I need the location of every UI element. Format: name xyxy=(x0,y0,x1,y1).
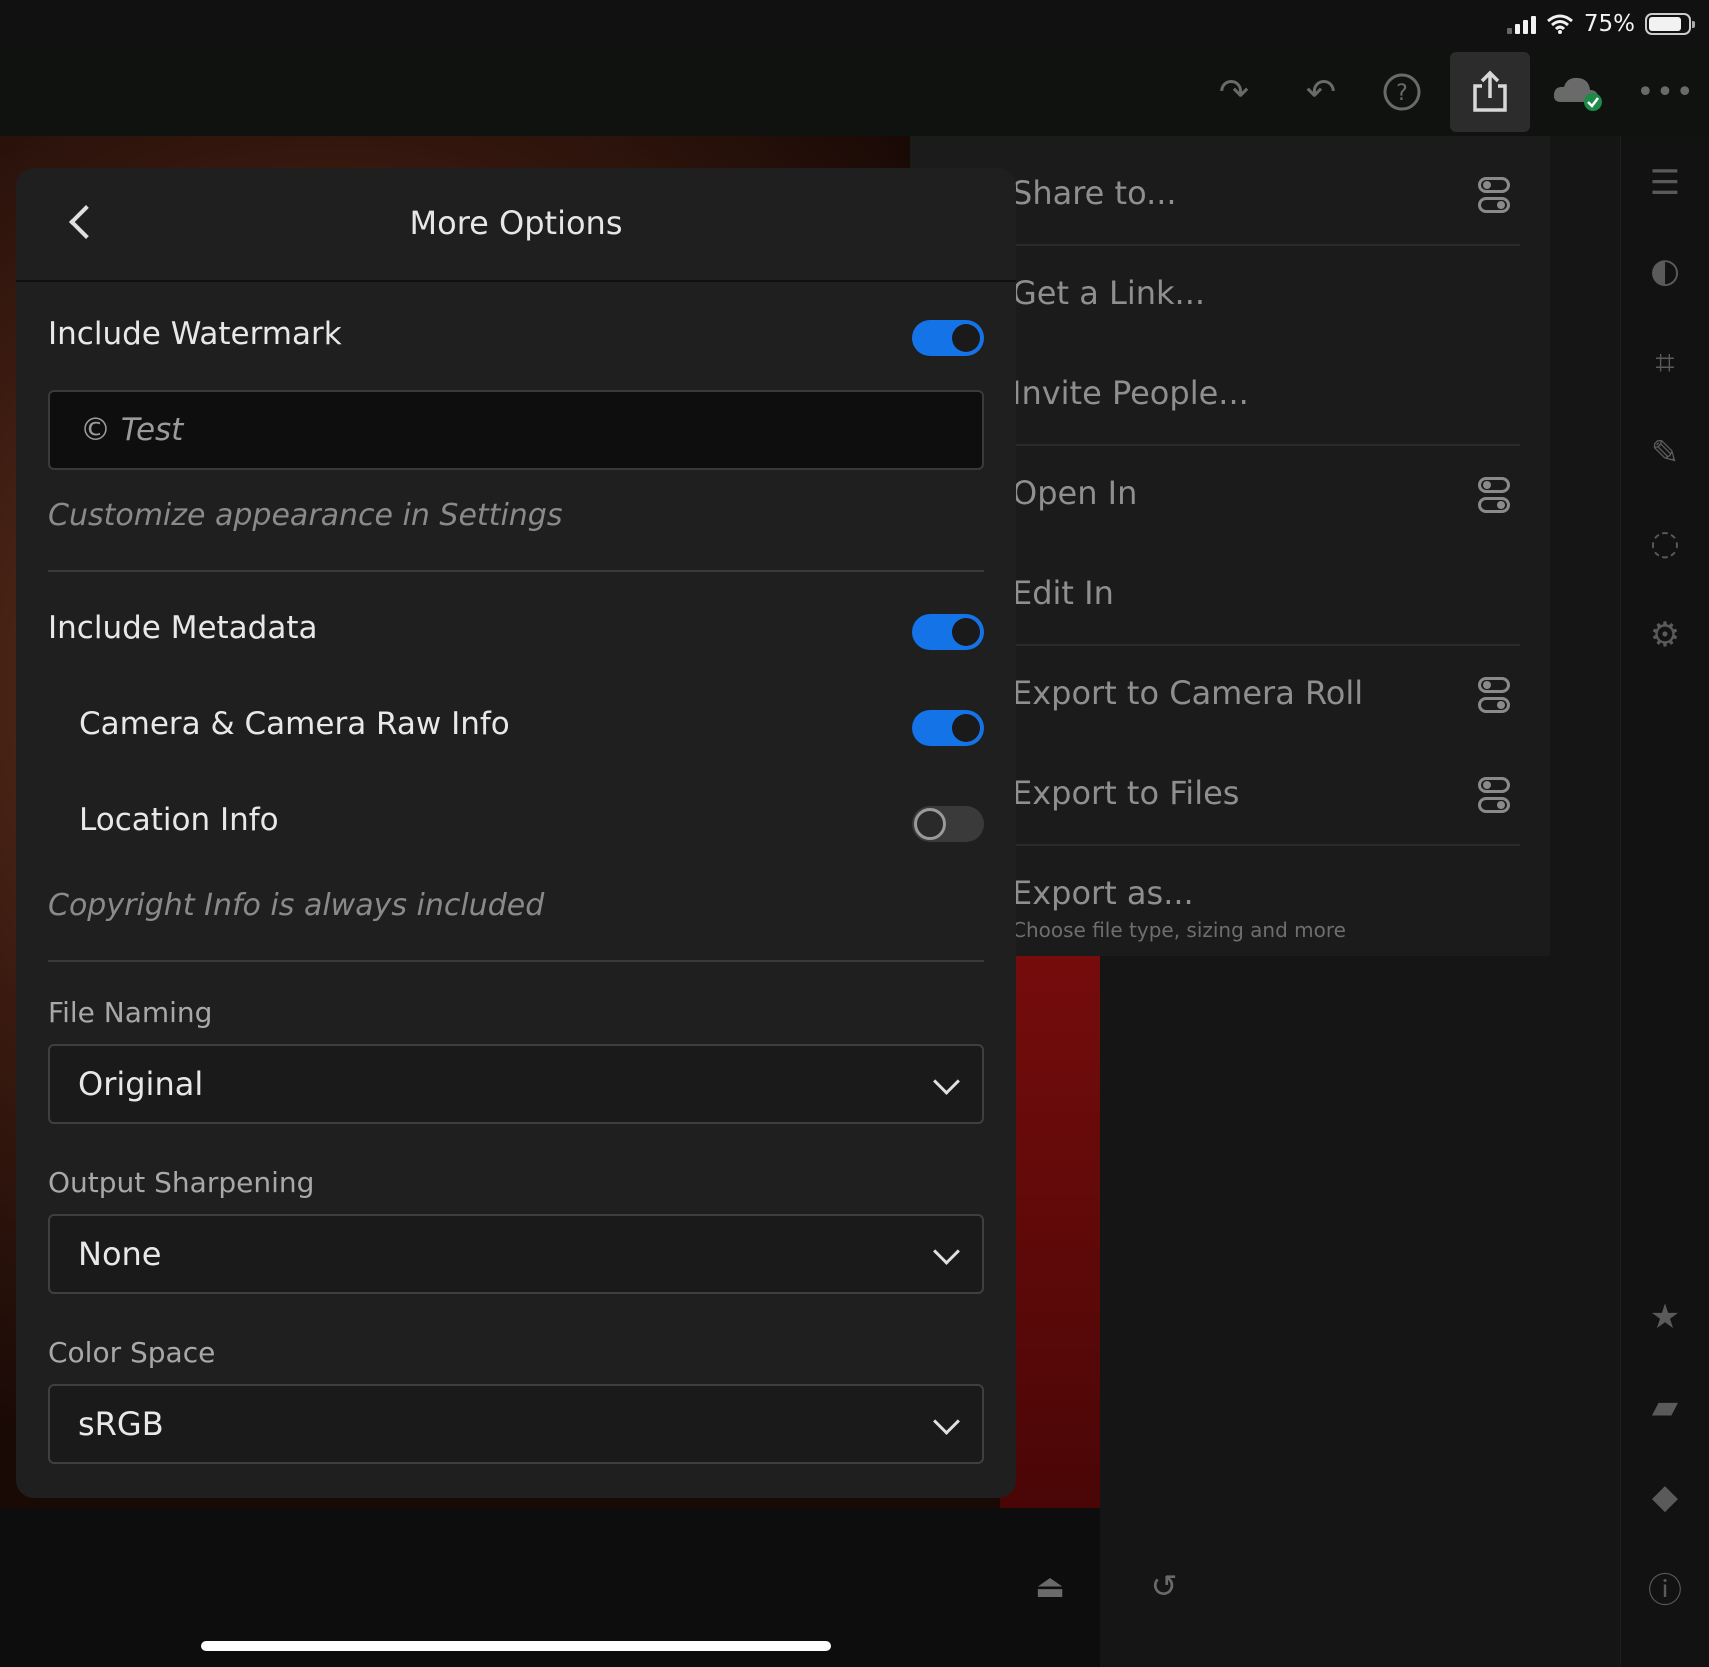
include-metadata-toggle[interactable] xyxy=(912,614,984,650)
menu-divider xyxy=(1012,444,1520,446)
comment-icon[interactable]: ▰ xyxy=(1640,1382,1690,1432)
crop-icon[interactable]: ⌗ xyxy=(1640,338,1690,388)
chevron-down-icon xyxy=(933,1068,960,1095)
menu-share-to[interactable]: Share to... xyxy=(1012,174,1177,212)
location-info-label: Location Info xyxy=(79,802,279,838)
output-sharpening-label: Output Sharpening xyxy=(48,1166,315,1199)
wifi-icon xyxy=(1546,14,1573,34)
dialog-title: More Options xyxy=(409,204,623,242)
menu-export-camera-roll[interactable]: Export to Camera Roll xyxy=(1012,674,1363,712)
settings-toggle-icon[interactable] xyxy=(1478,477,1510,515)
include-metadata-label: Include Metadata xyxy=(48,610,318,646)
masking-icon[interactable]: ◌ xyxy=(1640,518,1690,568)
home-indicator[interactable] xyxy=(201,1641,831,1651)
undo-icon[interactable]: ↶ xyxy=(1291,62,1351,122)
watermark-hint[interactable]: Customize appearance in Settings xyxy=(48,498,562,533)
color-space-value: sRGB xyxy=(78,1405,164,1443)
include-watermark-toggle[interactable] xyxy=(912,320,984,356)
section-divider xyxy=(48,960,984,962)
share-button[interactable] xyxy=(1450,52,1530,132)
reset-icon[interactable]: ↺ xyxy=(1134,1556,1194,1616)
camera-raw-info-label: Camera & Camera Raw Info xyxy=(79,706,510,742)
menu-divider xyxy=(1012,844,1520,846)
battery-icon xyxy=(1645,13,1695,35)
healing-icon[interactable]: ✎ xyxy=(1640,428,1690,478)
battery-percent: 75% xyxy=(1583,11,1635,37)
star-icon[interactable]: ★ xyxy=(1640,1292,1690,1342)
location-info-toggle[interactable] xyxy=(912,806,984,842)
settings-toggle-icon[interactable] xyxy=(1478,177,1510,215)
output-sharpening-value: None xyxy=(78,1235,162,1273)
help-icon[interactable]: ? xyxy=(1372,62,1432,122)
share-icon xyxy=(1473,70,1507,112)
menu-export-files[interactable]: Export to Files xyxy=(1012,774,1239,812)
menu-open-in[interactable]: Open In xyxy=(1012,474,1137,512)
color-space-label: Color Space xyxy=(48,1336,216,1369)
file-naming-value: Original xyxy=(78,1065,204,1103)
presets-icon[interactable]: ◐ xyxy=(1640,246,1690,296)
copyright-hint: Copyright Info is always included xyxy=(48,888,545,923)
more-options-dialog: More Options Include Watermark © Test Cu… xyxy=(16,168,1016,1498)
color-space-select[interactable]: sRGB xyxy=(48,1384,984,1464)
file-naming-label: File Naming xyxy=(48,996,213,1029)
menu-invite-people[interactable]: Invite People... xyxy=(1012,374,1249,412)
cellular-signal-icon xyxy=(1506,14,1536,34)
output-sharpening-select[interactable]: None xyxy=(48,1214,984,1294)
svg-text:?: ? xyxy=(1396,81,1408,106)
menu-export-as[interactable]: Export as... xyxy=(1012,874,1194,912)
settings-toggle-icon[interactable] xyxy=(1478,677,1510,715)
watermark-text-field[interactable]: © Test xyxy=(48,390,984,470)
menu-get-link[interactable]: Get a Link... xyxy=(1012,274,1205,312)
redo-icon[interactable]: ↷ xyxy=(1204,62,1264,122)
compare-icon[interactable]: ⏏ xyxy=(1020,1556,1080,1616)
chevron-down-icon xyxy=(933,1408,960,1435)
settings-toggle-icon[interactable] xyxy=(1478,777,1510,815)
menu-divider xyxy=(1012,644,1520,646)
menu-export-as-subtitle: Choose file type, sizing and more xyxy=(1012,918,1346,942)
status-bar: 75% xyxy=(1506,8,1695,40)
dialog-header: More Options xyxy=(16,168,1016,282)
camera-raw-info-toggle[interactable] xyxy=(912,710,984,746)
file-naming-select[interactable]: Original xyxy=(48,1044,984,1124)
chevron-down-icon xyxy=(933,1238,960,1265)
include-watermark-label: Include Watermark xyxy=(48,316,342,352)
more-icon[interactable]: ••• xyxy=(1636,62,1696,122)
tag-icon[interactable]: ◆ xyxy=(1640,1472,1690,1522)
section-divider xyxy=(48,570,984,572)
adjust-icon[interactable]: ☰ xyxy=(1640,158,1690,208)
menu-divider xyxy=(1012,244,1520,246)
versions-icon[interactable]: ⚙ xyxy=(1640,610,1690,660)
info-icon[interactable]: ⓘ xyxy=(1640,1562,1690,1612)
cloud-sync-icon[interactable] xyxy=(1548,62,1608,122)
menu-edit-in[interactable]: Edit In xyxy=(1012,574,1114,612)
